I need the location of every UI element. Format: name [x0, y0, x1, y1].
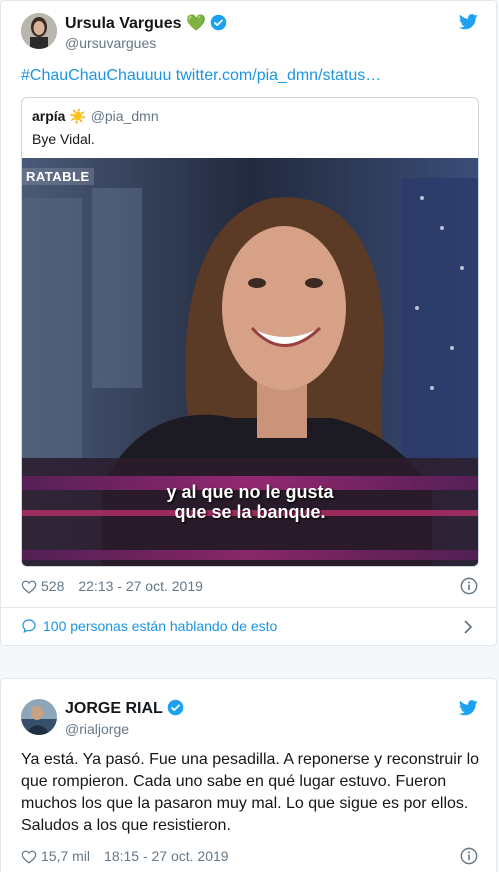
- tweet-card-jorge: JORGE RIAL @rialjorge Ya está. Ya pasó. …: [0, 678, 497, 872]
- chevron-right-icon[interactable]: [463, 619, 473, 640]
- like-count[interactable]: 528: [41, 578, 64, 594]
- author-handle[interactable]: @ursuvargues: [65, 35, 156, 51]
- avatar[interactable]: [21, 13, 57, 49]
- channel-corner-label: RATABLE: [22, 168, 94, 185]
- author-name[interactable]: JORGE RIAL: [65, 699, 184, 721]
- divider: [1, 607, 496, 608]
- tweet-card-ursula: Ursula Vargues 💚 @ursuvargues #ChauChauC…: [0, 0, 497, 646]
- heart-icon[interactable]: [21, 579, 37, 594]
- video-thumbnail[interactable]: RATABLE y al que no le gusta que se la b…: [22, 158, 478, 566]
- twitter-bird-icon[interactable]: [458, 14, 478, 35]
- speech-bubble-icon: [21, 618, 37, 634]
- sun-emoji: ☀️: [69, 108, 87, 124]
- tweet-text: Ya está. Ya pasó. Fue una pesadilla. A r…: [21, 751, 480, 834]
- quoted-tweet[interactable]: arpía ☀️ @pia_dmn Bye Vidal. RATABLE y a…: [21, 97, 479, 567]
- green-heart-emoji: 💚: [185, 15, 206, 32]
- hashtag-link[interactable]: #ChauChauChauuuu: [21, 67, 171, 84]
- like-count[interactable]: 15,7 mil: [41, 848, 90, 864]
- verified-badge-icon: [167, 699, 184, 721]
- conversation-link[interactable]: 100 personas están hablando de esto: [21, 618, 277, 634]
- twitter-bird-icon[interactable]: [458, 700, 478, 721]
- timestamp[interactable]: 18:15 - 27 oct. 2019: [104, 848, 229, 864]
- avatar[interactable]: [21, 699, 57, 735]
- video-subtitle: y al que no le gusta que se la banque.: [166, 482, 334, 522]
- author-handle[interactable]: @rialjorge: [65, 721, 129, 737]
- status-link[interactable]: twitter.com/pia_dmn/status…: [176, 67, 381, 84]
- tweet-text: #ChauChauChauuuu twitter.com/pia_dmn/sta…: [21, 65, 381, 87]
- tweet-meta: 528 22:13 - 27 oct. 2019: [21, 578, 203, 594]
- timestamp[interactable]: 22:13 - 27 oct. 2019: [78, 578, 203, 594]
- quoted-author[interactable]: arpía ☀️ @pia_dmn: [32, 108, 159, 125]
- heart-icon[interactable]: [21, 849, 37, 864]
- quoted-text: Bye Vidal.: [32, 131, 95, 147]
- info-icon[interactable]: [460, 847, 478, 870]
- author-name[interactable]: Ursula Vargues 💚: [65, 13, 227, 36]
- tweet-meta: 15,7 mil 18:15 - 27 oct. 2019: [21, 848, 229, 864]
- verified-badge-icon: [210, 14, 227, 36]
- info-icon[interactable]: [460, 577, 478, 600]
